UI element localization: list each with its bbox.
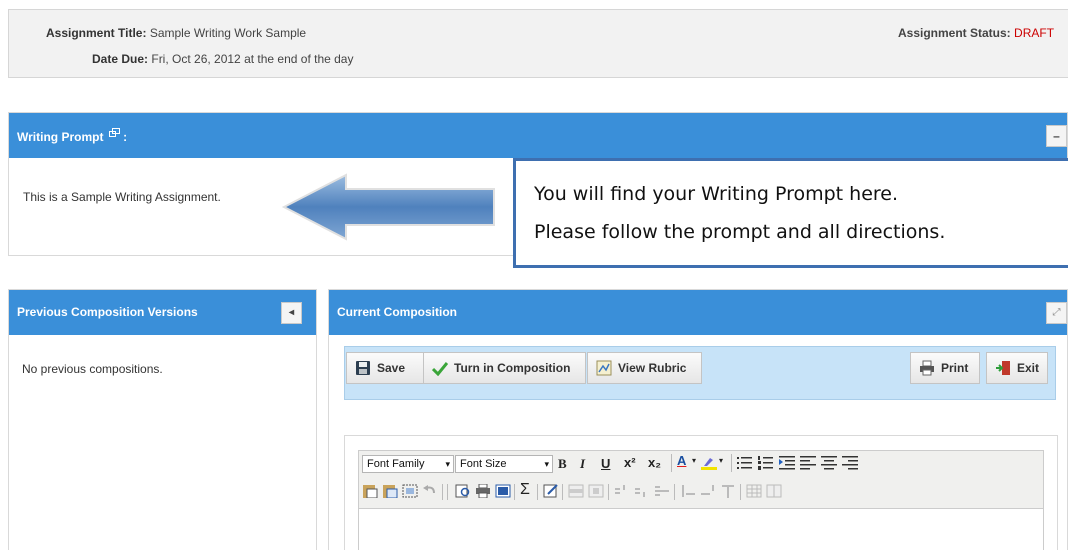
toolbar-separator (608, 484, 609, 500)
assignment-title-value: Sample Writing Work Sample (149, 26, 307, 40)
select-all-icon[interactable] (402, 484, 418, 498)
italic-button[interactable]: I (580, 456, 585, 472)
superscript-button[interactable]: x² (624, 455, 636, 470)
exit-label: Exit (1017, 361, 1040, 375)
save-button[interactable]: Save (346, 352, 424, 384)
composition-text-area[interactable] (358, 508, 1044, 550)
preview-icon[interactable] (455, 484, 471, 498)
table-row-icon[interactable] (568, 484, 584, 498)
toolbar-separator (674, 484, 675, 500)
toolbar-separator (740, 484, 741, 500)
previous-versions-header: Previous Composition Versions ◂ (9, 290, 316, 335)
callout-line-1: You will find your Writing Prompt here. (534, 183, 899, 205)
checkmark-icon (432, 362, 448, 376)
no-previous-text: No previous compositions. (22, 362, 163, 376)
assignment-due-row: Date Due: Fri, Oct 26, 2012 at the end o… (92, 52, 353, 66)
view-rubric-button[interactable]: View Rubric (587, 352, 702, 384)
due-date-label: Date Due: (92, 52, 149, 66)
align-right-icon[interactable] (842, 456, 858, 470)
view-rubric-label: View Rubric (618, 361, 687, 375)
chevron-down-icon: ▾ (544, 459, 549, 469)
writing-prompt-title-text: Writing Prompt (17, 130, 104, 144)
font-family-label: Font Family (367, 458, 425, 470)
toolbar-separator (514, 484, 515, 500)
due-date-value: Fri, Oct 26, 2012 at the end of the day (151, 52, 354, 66)
collapse-previous-button[interactable]: ◂ (281, 302, 302, 324)
assignment-title-row: Assignment Title: Sample Writing Work Sa… (46, 26, 306, 40)
chevron-down-icon[interactable]: ▾ (692, 456, 696, 465)
assignment-status: Assignment Status: DRAFT (898, 26, 1054, 40)
toolbar-separator (447, 484, 448, 500)
assignment-title-label: Assignment Title: (46, 26, 147, 40)
status-label: Assignment Status: (898, 26, 1011, 40)
expand-icon[interactable]: ⤢ (1046, 302, 1067, 324)
toolbar-separator (731, 454, 732, 472)
insert-col-before-icon[interactable] (680, 484, 696, 498)
underline-button[interactable]: U (601, 456, 610, 471)
floppy-disk-icon (356, 361, 370, 375)
exit-button[interactable]: Exit (986, 352, 1048, 384)
font-family-select[interactable]: Font Family ▾ (362, 455, 454, 473)
current-composition-header: Current Composition ⤢ (329, 290, 1067, 335)
fullscreen-icon[interactable] (495, 484, 511, 498)
insert-row-after-icon[interactable] (634, 484, 650, 498)
toolbar-separator (537, 484, 538, 500)
insert-col-after-icon[interactable] (700, 484, 716, 498)
left-arrow-icon (281, 173, 495, 241)
paste-text-icon[interactable] (362, 484, 378, 498)
writing-prompt-text: This is a Sample Writing Assignment. (23, 190, 221, 204)
undo-icon[interactable] (422, 484, 438, 498)
previous-versions-title: Previous Composition Versions (17, 305, 198, 319)
merge-cells-icon[interactable] (766, 484, 782, 498)
assignment-info-box (8, 9, 1068, 78)
collapse-prompt-button[interactable]: – (1046, 125, 1067, 147)
current-composition-title: Current Composition (337, 305, 457, 319)
insert-row-before-icon[interactable] (614, 484, 630, 498)
font-color-button[interactable]: A (677, 453, 686, 468)
writing-prompt-title: Writing Prompt : (17, 128, 127, 144)
writing-prompt-callout: You will find your Writing Prompt here. … (513, 158, 1068, 268)
print-label: Print (941, 361, 969, 375)
font-size-label: Font Size (460, 458, 507, 470)
highlight-color-icon[interactable] (701, 456, 717, 470)
chevron-down-icon: ▾ (445, 459, 450, 469)
equation-button[interactable]: Σ (520, 481, 530, 499)
bullet-list-icon[interactable] (737, 456, 753, 470)
popout-icon[interactable] (108, 128, 120, 137)
delete-col-icon[interactable] (720, 484, 736, 498)
turn-in-label: Turn in Composition (454, 361, 571, 375)
exit-door-icon (996, 361, 1010, 375)
rubric-document-icon (596, 360, 612, 376)
paste-word-icon[interactable] (382, 484, 398, 498)
indent-icon[interactable] (779, 456, 795, 470)
writing-prompt-header: Writing Prompt : – (9, 113, 1067, 158)
callout-line-2: Please follow the prompt and all directi… (534, 221, 946, 243)
subscript-button[interactable]: x₂ (648, 455, 661, 470)
print-button[interactable]: Print (910, 352, 980, 384)
bold-button[interactable]: B (558, 456, 567, 472)
table-props-icon[interactable] (746, 484, 762, 498)
delete-row-icon[interactable] (654, 484, 670, 498)
printer-icon[interactable] (475, 484, 491, 498)
align-center-icon[interactable] (821, 456, 837, 470)
font-size-select[interactable]: Font Size ▾ (455, 455, 553, 473)
writing-prompt-colon: : (123, 130, 128, 144)
toolbar-separator (562, 484, 563, 500)
edit-document-icon[interactable] (543, 484, 559, 498)
numbered-list-icon[interactable] (758, 456, 774, 470)
toolbar-separator (442, 484, 443, 500)
table-cell-icon[interactable] (588, 484, 604, 498)
turn-in-composition-button[interactable]: Turn in Composition (423, 352, 586, 384)
previous-versions-panel: Previous Composition Versions ◂ No previ… (8, 289, 317, 550)
toolbar-separator (671, 454, 672, 472)
printer-icon (920, 360, 934, 376)
save-label: Save (377, 361, 406, 375)
status-badge: DRAFT (1014, 26, 1055, 40)
chevron-down-icon[interactable]: ▾ (719, 456, 723, 465)
align-left-icon[interactable] (800, 456, 816, 470)
